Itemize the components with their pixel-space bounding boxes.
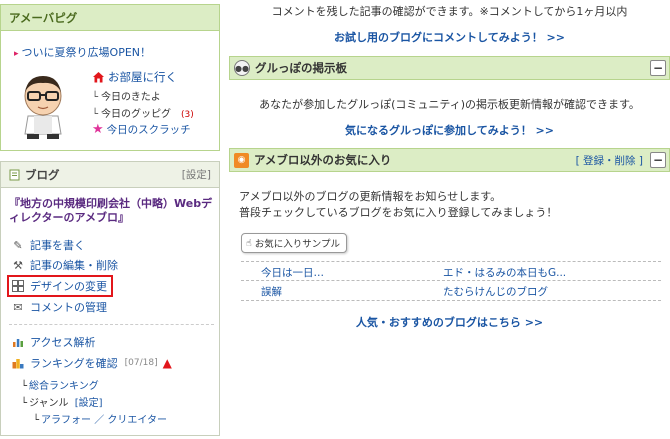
try-comment-link[interactable]: お試し用のブログにコメントしてみよう！ >> xyxy=(229,29,670,45)
ranking-date: [07/18] xyxy=(124,358,158,368)
gurubo-collapse-button[interactable]: − xyxy=(650,60,666,76)
favorites-collapse-button[interactable]: − xyxy=(650,152,666,168)
check-ranking-label: ランキングを確認 xyxy=(30,357,118,370)
gurubo-panel-header: ●● グルっぽの掲示板 − xyxy=(229,56,670,80)
overall-ranking-link[interactable]: └ 総合ランキング xyxy=(21,377,99,392)
corner-icon: └ xyxy=(92,92,99,103)
edit-delete-link[interactable]: ⚒ 記事の編集・削除 xyxy=(11,257,118,273)
divider xyxy=(241,300,661,301)
change-design-label: デザインの変更 xyxy=(30,280,107,293)
corner-icon: └ xyxy=(92,109,99,120)
blog-header: ブログ [設定] xyxy=(1,162,219,188)
write-entry-link[interactable]: ✎ 記事を書く xyxy=(11,237,85,253)
group-icon: ●● xyxy=(234,60,250,76)
blog-name-link[interactable]: 『地方の中規模印刷会社（中略）Webディレクターのアメブロ』 xyxy=(9,197,215,225)
today-scratch-label: 今日のスクラッチ xyxy=(106,124,191,136)
go-to-room-link[interactable]: お部屋に行く xyxy=(92,69,177,85)
ameba-pigg-header: アメーバピグ xyxy=(1,5,219,31)
blog-title: ブログ xyxy=(25,167,60,182)
write-entry-label: 記事を書く xyxy=(30,239,85,252)
pencil-icon: ✎ xyxy=(13,238,23,252)
gurubo-title: グルっぽの掲示板 xyxy=(255,61,347,75)
ranking-icon xyxy=(11,356,25,370)
rss-icon: ◉ xyxy=(234,152,249,168)
favorites-description-1: アメブロ以外のブログの更新情報をお知らせします。 xyxy=(239,190,502,203)
edit-delete-label: 記事の編集・削除 xyxy=(30,259,118,272)
change-design-link[interactable]: デザインの変更 xyxy=(7,275,113,297)
hand-pointer-icon: ☝ xyxy=(246,237,252,249)
favorites-row: 今日は一日… エド・はるみの本日もG... xyxy=(241,261,661,281)
guppig-count-badge: (3) xyxy=(181,110,194,120)
layout-grid-icon xyxy=(11,279,25,293)
corner-icon: └ xyxy=(33,415,40,426)
gurubo-description: あなたが参加したグルっぽ(コミュニティ)の掲示板更新情報が確認できます。 xyxy=(259,98,640,111)
favorites-panel-header: ◉ アメブロ以外のお気に入り [ 登録・削除 ] − xyxy=(229,148,670,172)
popular-blogs-link[interactable]: 人気・おすすめのブログはこちら >> xyxy=(229,314,670,330)
tools-icon: ⚒ xyxy=(13,258,23,272)
access-analysis-link[interactable]: アクセス解析 xyxy=(11,334,95,350)
blog-box: ブログ [設定] 『地方の中規模印刷会社（中略）Webディレクターのアメブロ』 … xyxy=(0,161,220,436)
check-ranking-link[interactable]: ランキングを確認 [07/18] ▲ xyxy=(11,355,172,371)
manage-comments-link[interactable]: ✉ コメントの管理 xyxy=(11,299,107,315)
genre-label: ジャンル xyxy=(29,398,69,409)
go-to-room-label: お部屋に行く xyxy=(108,70,177,84)
corner-icon: └ xyxy=(21,381,28,392)
favorites-title: アメブロ以外のお気に入り xyxy=(254,153,392,167)
favorite-entry-link[interactable]: 誤解 xyxy=(261,284,282,299)
overall-ranking-label: 総合ランキング xyxy=(29,381,99,392)
star-icon: ★ xyxy=(92,122,104,137)
today-scratch-link[interactable]: ★ 今日のスクラッチ xyxy=(92,122,191,137)
today-guppig-item[interactable]: └ 今日のグッピグ (3) xyxy=(92,105,194,120)
arrow-up-icon: ▲ xyxy=(162,356,172,370)
genre-row: └ ジャンル [設定] xyxy=(21,394,103,409)
blog-doc-icon xyxy=(9,169,20,180)
divider xyxy=(9,324,214,325)
comment-icon: ✉ xyxy=(13,300,23,314)
favorites-sample-tooltip: ☝ お気に入りサンプル xyxy=(241,233,348,253)
favorite-blog-link[interactable]: エド・はるみの本日もG... xyxy=(443,265,566,280)
favorites-row: 誤解 たむらけんじのブログ xyxy=(241,280,661,300)
ameba-pigg-title: アメーバピグ xyxy=(9,10,78,25)
register-delete-link[interactable]: [ 登録・削除 ] xyxy=(576,153,643,168)
today-kitayo-item[interactable]: └ 今日のきたよ xyxy=(92,88,161,103)
genre-category-link[interactable]: └ アラフォー ／ クリエイター xyxy=(33,411,167,426)
today-guppig-label: 今日のグッピグ xyxy=(101,109,172,120)
comments-description: コメントを残した記事の確認ができます。※コメントしてから1ヶ月以内 xyxy=(271,5,628,18)
favorites-description-2: 普段チェックしているブログをお気に入り登録してみましょう！ xyxy=(239,206,558,219)
favorites-sample-label: お気に入りサンプル xyxy=(254,239,341,250)
join-gurubo-link[interactable]: 気になるグルっぽに参加してみよう！ >> xyxy=(229,122,670,138)
pigg-avatar[interactable] xyxy=(14,70,72,140)
summer-festival-link[interactable]: ついに夏祭り広場OPEN！ xyxy=(14,44,151,60)
favorite-blog-link[interactable]: たむらけんじのブログ xyxy=(443,284,548,299)
access-analysis-label: アクセス解析 xyxy=(30,336,96,349)
manage-comments-label: コメントの管理 xyxy=(30,301,107,314)
bar-chart-icon xyxy=(11,335,25,349)
blog-settings-link[interactable]: [設定] xyxy=(182,167,211,182)
genre-settings-link[interactable]: [設定] xyxy=(75,398,103,409)
house-icon xyxy=(93,72,104,83)
today-kitayo-label: 今日のきたよ xyxy=(101,92,161,103)
favorite-entry-link[interactable]: 今日は一日… xyxy=(261,265,324,280)
corner-icon: └ xyxy=(21,398,28,409)
genre-category-label: アラフォー ／ クリエイター xyxy=(41,415,167,426)
